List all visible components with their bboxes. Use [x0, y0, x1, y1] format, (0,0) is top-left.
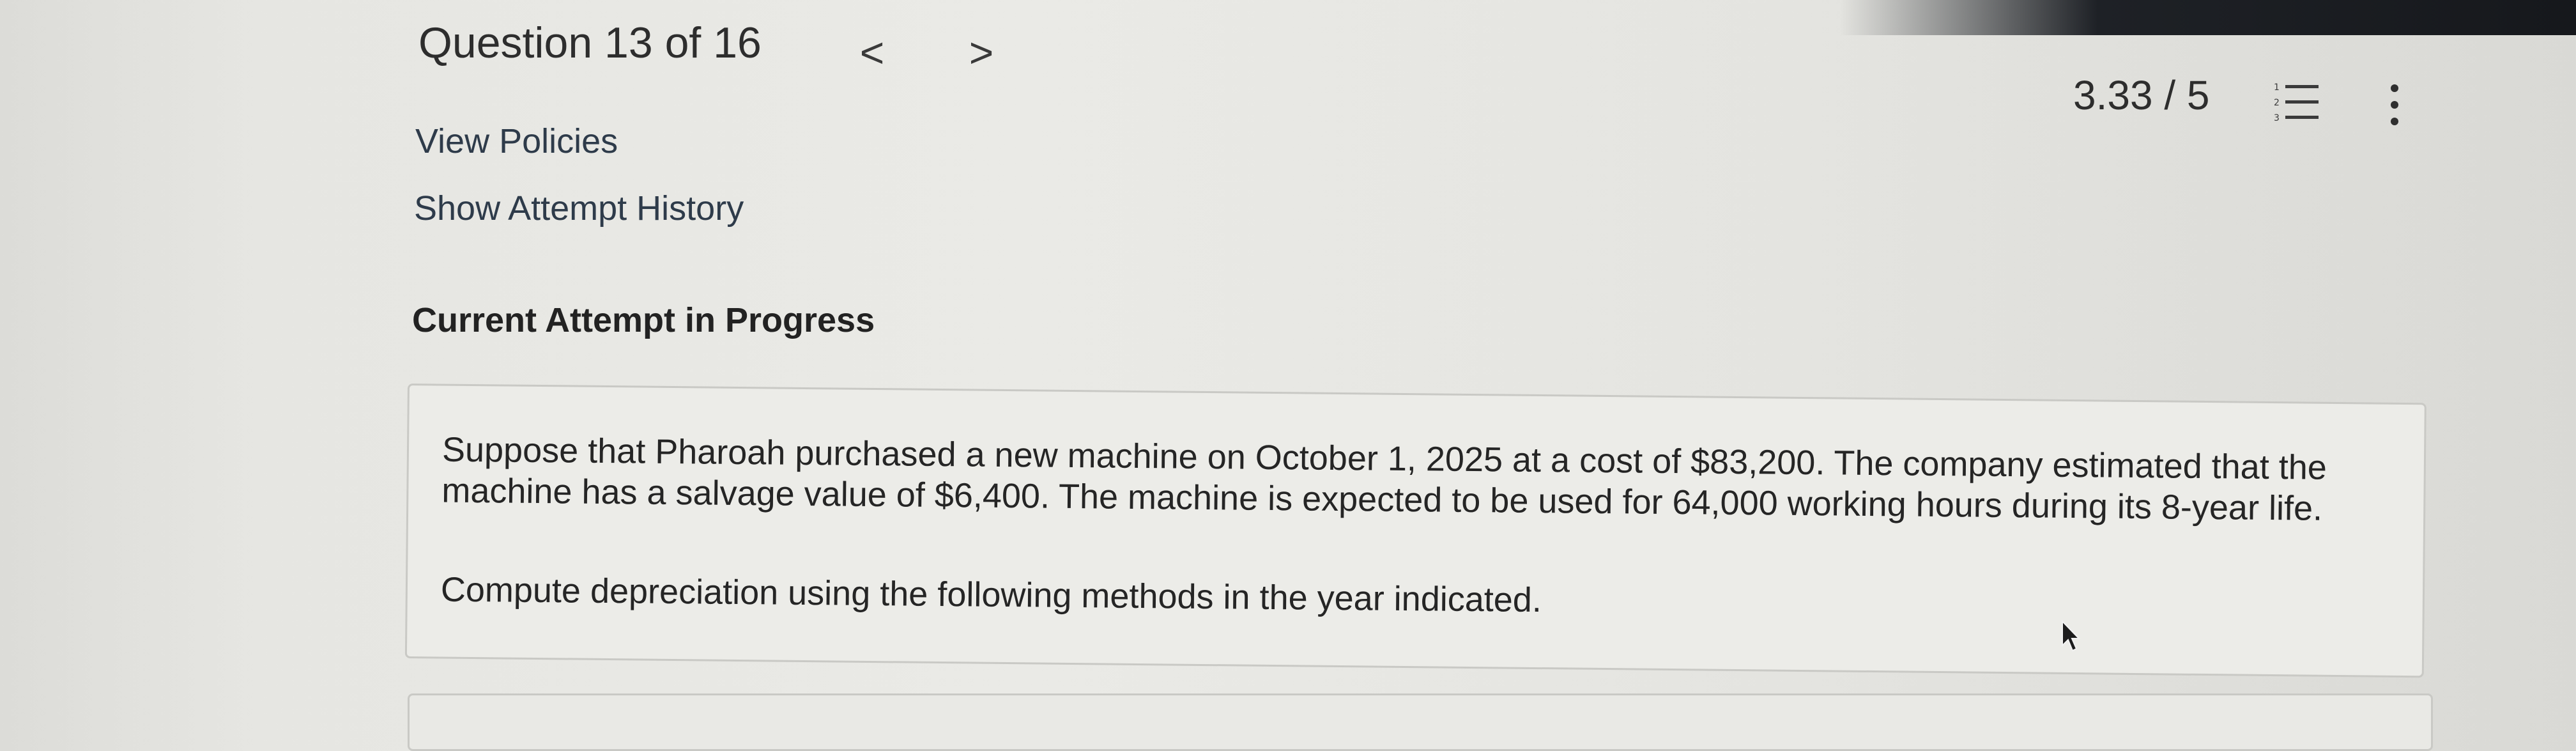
chevron-right-icon: >	[969, 29, 994, 76]
svg-text:1: 1	[2274, 82, 2280, 93]
mouse-cursor-icon	[2062, 620, 2080, 652]
question-list-button[interactable]: 1 2 3	[2271, 80, 2322, 125]
answer-section-card	[408, 693, 2433, 751]
score-display: 3.33 / 5	[2073, 72, 2210, 118]
top-dark-edge	[1840, 0, 2576, 35]
previous-question-button[interactable]: <	[853, 27, 891, 78]
chevron-left-icon: <	[859, 29, 885, 76]
vertical-ellipsis-icon	[2391, 84, 2398, 125]
svg-text:2: 2	[2274, 98, 2280, 108]
svg-text:3: 3	[2274, 113, 2280, 123]
view-policies-link[interactable]: View Policies	[415, 121, 618, 161]
question-text: Suppose that Pharoah purchased a new mac…	[441, 430, 2327, 528]
numbered-list-icon: 1 2 3	[2274, 82, 2319, 123]
current-attempt-heading: Current Attempt in Progress	[412, 301, 875, 339]
question-counter: Question 13 of 16	[418, 19, 762, 67]
question-card: Suppose that Pharoah purchased a new mac…	[404, 383, 2426, 678]
question-instruction: Compute depreciation using the following…	[440, 570, 1542, 620]
more-options-button[interactable]	[2382, 82, 2407, 130]
next-question-button[interactable]: >	[962, 27, 1000, 78]
show-attempt-history-link[interactable]: Show Attempt History	[414, 189, 744, 228]
